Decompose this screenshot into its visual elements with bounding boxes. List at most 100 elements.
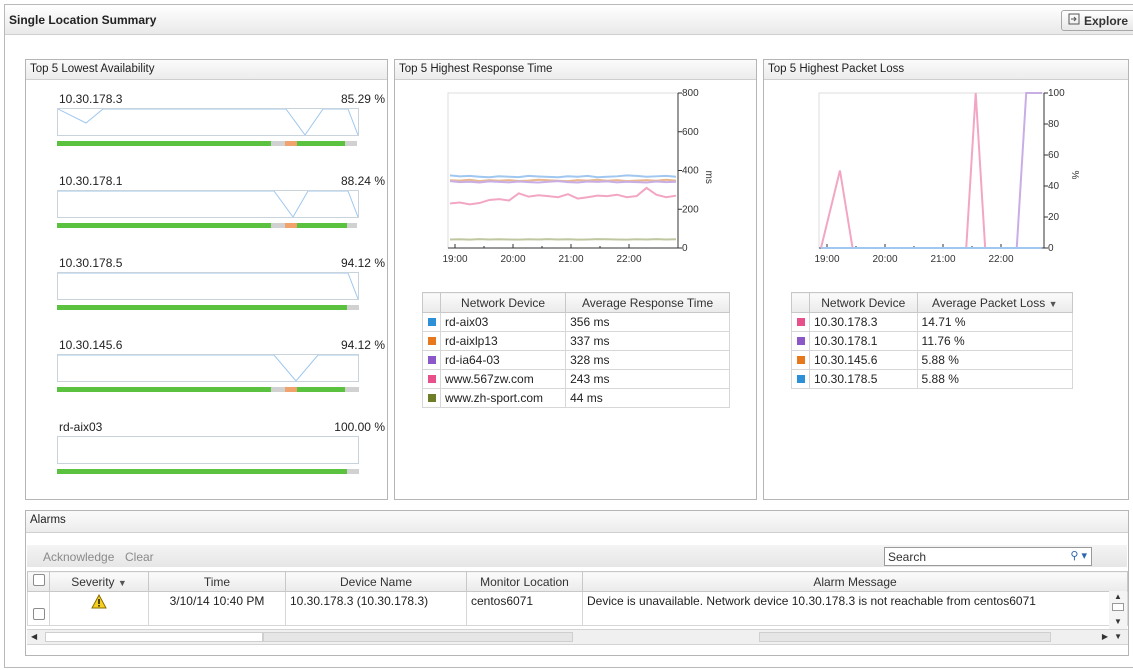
y-tick-label: 600 — [682, 127, 699, 138]
availability-bar — [57, 469, 359, 474]
explore-button[interactable]: Explore — [1060, 10, 1133, 31]
select-all-checkbox-cell[interactable] — [27, 571, 50, 592]
y-axis-label: ms — [703, 171, 714, 184]
response-time-table: Network Device Average Response Time rd-… — [422, 292, 730, 408]
value-cell: 14.71 % — [916, 312, 1074, 332]
average-response-header[interactable]: Average Response Time — [565, 292, 730, 313]
summary-header: Single Location Summary Explore — [5, 5, 1133, 35]
scroll-left-icon[interactable]: ◀ — [31, 632, 37, 641]
scroll-down-icon[interactable]: ▼ — [1114, 617, 1122, 626]
alarm-message-cell: Device is unavailable. Network device 10… — [582, 591, 1128, 626]
available-segment — [57, 223, 271, 228]
select-all-checkbox[interactable] — [32, 574, 45, 586]
table-row[interactable]: rd-aix03 356 ms — [422, 312, 730, 332]
device-name: 10.30.178.3 — [59, 92, 123, 106]
x-tick-label: 19:00 — [442, 254, 467, 265]
availability-item[interactable]: 10.30.178.5 94.12 % — [26, 256, 388, 336]
row-checkbox[interactable] — [32, 608, 45, 620]
legend-swatch — [427, 337, 436, 345]
series-line-www.zh-sport.com — [449, 238, 677, 241]
horizontal-scrollbar[interactable]: ◀ ▶ ▼ — [27, 629, 1128, 645]
table-row[interactable]: rd-ia64-03 328 ms — [422, 350, 730, 370]
y-tick-label: 100 — [1048, 88, 1065, 99]
unknown-segment — [347, 469, 359, 474]
time-header[interactable]: Time — [148, 571, 286, 592]
severity-label: Severity — [71, 574, 115, 589]
vertical-scrollbar[interactable]: ▲ ▼ — [1109, 591, 1127, 629]
value-cell: 243 ms — [565, 369, 730, 389]
value-cell: 5.88 % — [916, 369, 1074, 389]
table-row[interactable]: 10.30.178.5 5.88 % — [791, 369, 1074, 389]
packet-loss-title: Top 5 Highest Packet Loss — [764, 60, 1128, 80]
unknown-segment — [271, 223, 285, 228]
clear-button[interactable]: Clear — [125, 550, 154, 564]
row-checkbox-cell[interactable] — [27, 591, 50, 626]
table-row[interactable]: www.zh-sport.com 44 ms — [422, 388, 730, 408]
search-icon[interactable]: ⚲ ▾ — [1070, 549, 1087, 562]
table-row[interactable]: 10.30.178.1 11.76 % — [791, 331, 1074, 351]
scroll-right-icon[interactable]: ▶ — [1102, 632, 1108, 641]
device-name: 10.30.178.1 — [59, 174, 123, 188]
x-tick-label: 21:00 — [930, 254, 955, 265]
table-row[interactable]: www.567zw.com 243 ms — [422, 369, 730, 389]
legend-swatch — [796, 337, 805, 345]
scroll-thumb[interactable] — [1112, 603, 1124, 611]
device-cell: www.zh-sport.com — [439, 388, 567, 408]
network-device-header[interactable]: Network Device — [439, 292, 567, 313]
degraded-segment — [285, 387, 297, 392]
network-device-header[interactable]: Network Device — [809, 292, 918, 313]
monitor-location-header[interactable]: Monitor Location — [466, 571, 583, 592]
scroll-down-small-icon[interactable]: ▼ — [1114, 632, 1122, 641]
availability-item[interactable]: 10.30.178.3 85.29 % — [26, 92, 388, 172]
legend-swatch-cell — [422, 312, 441, 332]
search-input[interactable]: Search ⚲ ▾ — [884, 547, 1092, 566]
value-cell: 328 ms — [565, 350, 730, 370]
acknowledge-button[interactable]: Acknowledge — [43, 550, 114, 564]
x-tick-label: 21:00 — [558, 254, 583, 265]
available-segment — [297, 223, 347, 228]
availability-title: Top 5 Lowest Availability — [26, 60, 387, 80]
device-cell: rd-ia64-03 — [439, 350, 567, 370]
available-segment — [57, 305, 347, 310]
average-packet-loss-label: Average Packet Loss — [932, 295, 1046, 310]
severity-header[interactable]: Severity ▼ — [49, 571, 149, 592]
available-segment — [297, 387, 345, 392]
device-name-cell: 10.30.178.3 (10.30.178.3) — [285, 591, 467, 626]
alarm-message-header[interactable]: Alarm Message — [582, 571, 1128, 592]
alarms-toolbar: Acknowledge Clear Search ⚲ ▾ — [27, 545, 1127, 567]
value-cell: 5.88 % — [916, 350, 1074, 370]
table-row[interactable]: 3/10/14 10:40 PM 10.30.178.3 (10.30.178.… — [27, 591, 1128, 626]
scroll-up-icon[interactable]: ▲ — [1114, 592, 1122, 601]
plot-area — [447, 92, 679, 249]
y-tick-label: 400 — [682, 166, 699, 177]
unknown-segment — [345, 387, 359, 392]
x-tick-label: 22:00 — [988, 254, 1013, 265]
device-name: rd-aix03 — [59, 420, 103, 434]
legend-swatch-cell — [791, 350, 810, 370]
explore-icon — [1068, 13, 1080, 28]
sort-down-icon: ▼ — [1048, 298, 1058, 309]
availability-item[interactable]: 10.30.178.1 88.24 % — [26, 174, 388, 254]
response-time-chart: 0 200 400 600 800 19:00 20:00 21:00 22:00 ms — [442, 88, 714, 265]
device-cell: 10.30.178.5 — [809, 369, 918, 389]
legend-swatch — [427, 356, 436, 364]
degraded-segment — [285, 141, 297, 146]
value-cell: 44 ms — [565, 388, 730, 408]
scroll-thumb-horizontal[interactable] — [263, 632, 573, 642]
legend-swatch — [796, 375, 805, 383]
table-row[interactable]: rd-aixlp13 337 ms — [422, 331, 730, 351]
table-row[interactable]: 10.30.145.6 5.88 % — [791, 350, 1074, 370]
x-tick-label: 20:00 — [872, 254, 897, 265]
availability-panel: Top 5 Lowest Availability 10.30.178.3 85.… — [25, 59, 388, 500]
available-segment — [57, 387, 271, 392]
average-packet-loss-header[interactable]: Average Packet Loss ▼ — [916, 292, 1074, 313]
device-cell: 10.30.145.6 — [809, 350, 918, 370]
x-tick-label: 20:00 — [500, 254, 525, 265]
legend-swatch-cell — [422, 388, 441, 408]
availability-item[interactable]: 10.30.145.6 94.12 % — [26, 338, 388, 418]
table-row[interactable]: 10.30.178.3 14.71 % — [791, 312, 1074, 332]
availability-item[interactable]: rd-aix03 100.00 % — [26, 420, 388, 500]
severity-cell — [49, 591, 149, 626]
device-name-header[interactable]: Device Name — [285, 571, 467, 592]
unknown-segment — [271, 141, 285, 146]
